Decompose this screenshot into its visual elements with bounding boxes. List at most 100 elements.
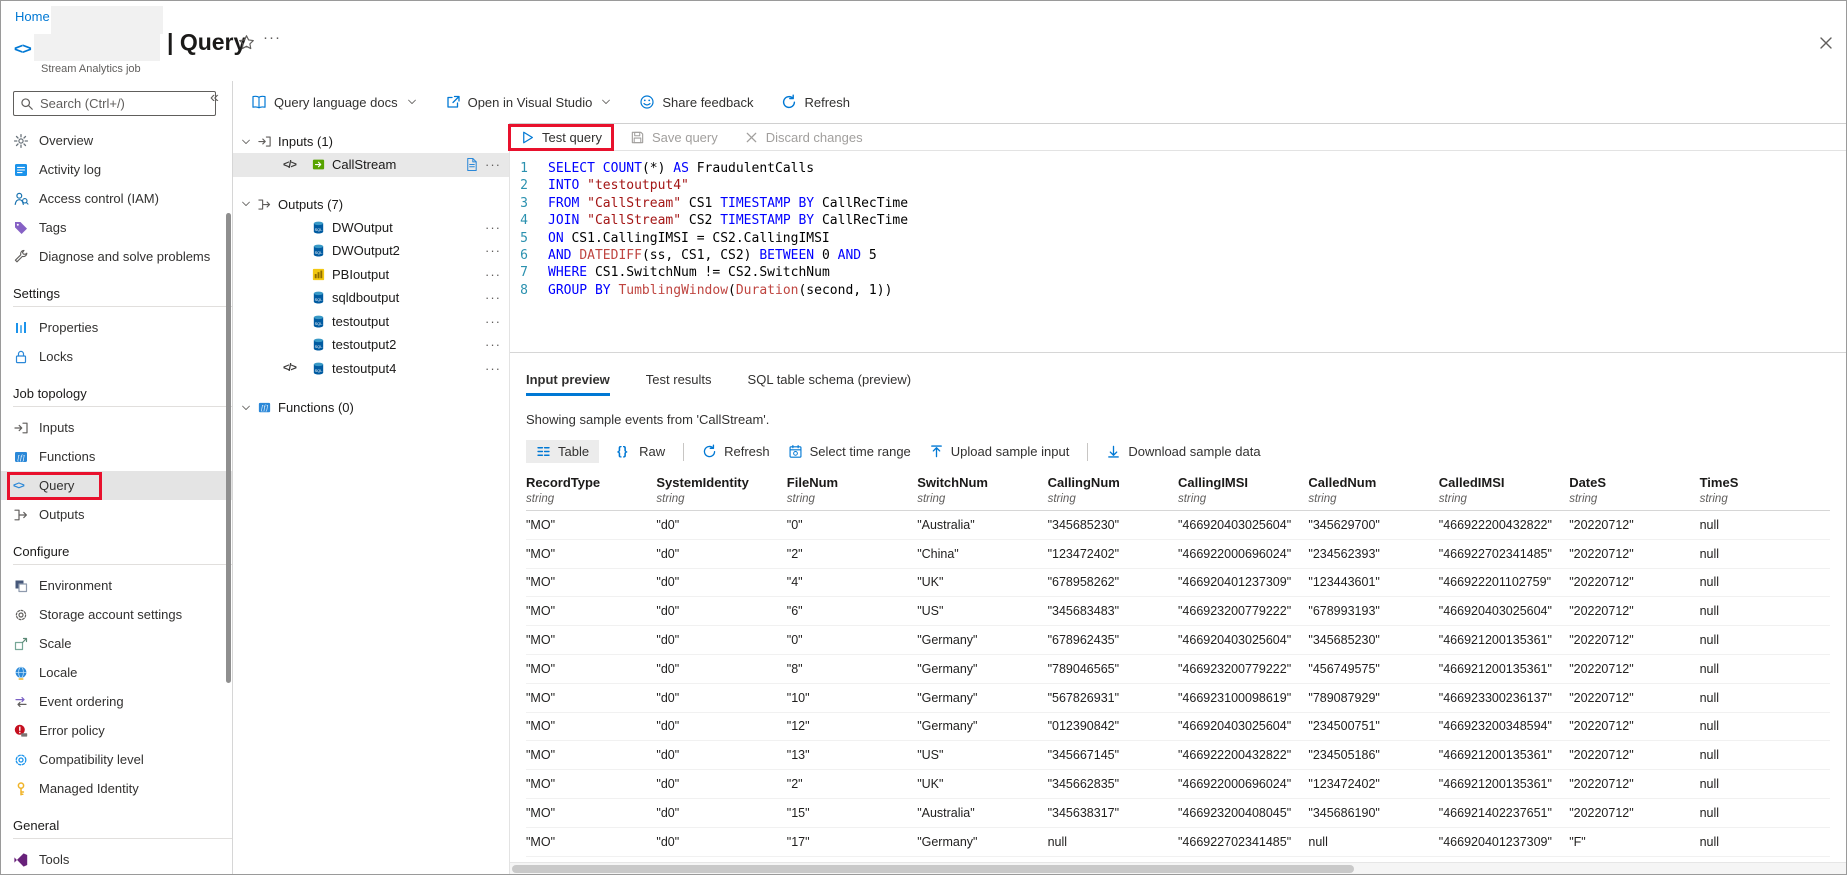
- code-token: 0: [814, 247, 837, 264]
- commandbar-query-language-docs[interactable]: Query language docs: [251, 94, 417, 110]
- sidebar-item-query[interactable]: <>Query: [1, 471, 232, 500]
- collapse-menu-icon[interactable]: «: [210, 89, 219, 107]
- column-header-recordtype: RecordTypestring: [526, 475, 656, 505]
- sidebar-item-properties[interactable]: Properties: [1, 313, 232, 342]
- table-cell: "567826931": [1048, 691, 1178, 705]
- item-menu-icon[interactable]: ···: [485, 337, 501, 352]
- tree-item-testoutput2[interactable]: SQLtestoutput2···: [233, 333, 509, 357]
- sidebar-item-tags[interactable]: Tags: [1, 213, 232, 242]
- query-editor-panel: Test query Save query Discard changes 1S…: [509, 123, 1846, 874]
- item-menu-icon[interactable]: ···: [485, 267, 501, 282]
- commandbar-refresh[interactable]: Refresh: [781, 94, 850, 110]
- sidebar-item-event-ordering[interactable]: Event ordering: [1, 687, 232, 716]
- sidebar-item-activity-log[interactable]: Activity log: [1, 155, 232, 184]
- column-name: TimeS: [1700, 475, 1830, 490]
- tree-item-testoutput[interactable]: SQLtestoutput···: [233, 310, 509, 334]
- sidebar-item-overview[interactable]: Overview: [1, 126, 232, 155]
- table-row: "MO""d0""13""US""345667145""466922200432…: [526, 741, 1830, 770]
- table-cell: "466920401237309": [1439, 835, 1569, 849]
- tree-header-inputs-1[interactable]: Inputs (1): [233, 130, 509, 153]
- table-cell: "466922000696024": [1178, 777, 1308, 791]
- tree-item-sqldboutput[interactable]: SQLsqldboutput···: [233, 286, 509, 310]
- resource-type-label: Stream Analytics job: [41, 63, 141, 75]
- item-menu-icon[interactable]: ···: [485, 314, 501, 329]
- sidebar-item-locale[interactable]: Locale: [1, 658, 232, 687]
- tree-item-testoutput4[interactable]: </>SQLtestoutput4···: [233, 357, 509, 381]
- commandbar-open-in-visual-studio[interactable]: Open in Visual Studio: [445, 94, 612, 110]
- sidebar-item-storage-account-settings[interactable]: Storage account settings: [1, 600, 232, 629]
- table-cell: "466922702341485": [1178, 835, 1308, 849]
- sidebar-item-environment[interactable]: Environment: [1, 571, 232, 600]
- tag-icon: [13, 220, 29, 236]
- sidebar-item-compatibility-level[interactable]: Compatibility level: [1, 745, 232, 774]
- tab-test-results[interactable]: Test results: [646, 372, 712, 396]
- tree-item-dwoutput[interactable]: SQLDWOutput···: [233, 216, 509, 240]
- item-menu-icon[interactable]: ···: [485, 361, 501, 376]
- preview-raw-button[interactable]: { }Raw: [617, 444, 665, 459]
- test-query-button[interactable]: Test query: [508, 124, 614, 151]
- code-token: CS1: [681, 195, 720, 212]
- table-icon: [536, 444, 551, 459]
- item-menu-icon[interactable]: ···: [485, 290, 501, 305]
- sidebar-item-label: Functions: [39, 449, 95, 464]
- item-menu-icon[interactable]: ···: [485, 243, 501, 258]
- book-icon: [251, 94, 267, 110]
- sidebar-item-outputs[interactable]: Outputs: [1, 500, 232, 529]
- tab-sql-table-schema-preview[interactable]: SQL table schema (preview): [748, 372, 912, 396]
- horizontal-scrollbar[interactable]: [510, 862, 1846, 874]
- code-token: AND: [838, 247, 861, 264]
- item-menu-icon[interactable]: ···: [485, 220, 501, 235]
- sidebar-item-diagnose-and-solve-problems[interactable]: Diagnose and solve problems: [1, 242, 232, 271]
- sidebar-item-functions[interactable]: [f]Functions: [1, 442, 232, 471]
- save-query-button[interactable]: Save query: [620, 124, 728, 151]
- sidebar-scrollbar[interactable]: [226, 213, 231, 683]
- tab-input-preview[interactable]: Input preview: [526, 372, 610, 396]
- preview-table-button[interactable]: Table: [526, 440, 599, 463]
- sidebar-item-locks[interactable]: Locks: [1, 342, 232, 371]
- commandbar-share-feedback[interactable]: Share feedback: [639, 94, 753, 110]
- tree-item-callstream[interactable]: </>CallStream···: [233, 153, 509, 177]
- preview-upload-sample-input-button[interactable]: Upload sample input: [929, 444, 1070, 459]
- editor-toolbar: Test query Save query Discard changes: [510, 124, 1846, 151]
- sidebar-item-error-policy[interactable]: Error policy: [1, 716, 232, 745]
- favorite-star-icon[interactable]: [238, 34, 255, 51]
- tree-item-pbioutput[interactable]: PBIoutput···: [233, 263, 509, 287]
- code-line: 1SELECT COUNT(*) AS FraudulentCalls: [510, 160, 1846, 177]
- sidebar-item-managed-identity[interactable]: Managed Identity: [1, 774, 232, 803]
- sql-code-editor[interactable]: 1SELECT COUNT(*) AS FraudulentCalls2INTO…: [510, 151, 1846, 353]
- sqldb-icon: SQL: [311, 314, 326, 329]
- close-blade-icon[interactable]: [1818, 35, 1834, 51]
- sqldb-icon: SQL: [311, 290, 326, 305]
- sidebar-item-tools[interactable]: Tools: [1, 845, 232, 874]
- code-token: TumblingWindow: [618, 282, 728, 299]
- item-menu-icon[interactable]: ···: [485, 157, 501, 172]
- tree-header-outputs-7[interactable]: Outputs (7): [233, 193, 509, 216]
- tree-item-dwoutput2[interactable]: SQLDWOutput2···: [233, 239, 509, 263]
- resource-menu-sidebar: OverviewActivity logAccess control (IAM)…: [1, 81, 233, 874]
- sidebar-item-inputs[interactable]: Inputs: [1, 413, 232, 442]
- table-cell: "466922200432822": [1439, 518, 1569, 532]
- table-cell: "123472402": [1048, 547, 1178, 561]
- table-cell: "20220712": [1569, 604, 1699, 618]
- discard-changes-button[interactable]: Discard changes: [734, 124, 873, 151]
- preview-refresh-button[interactable]: Refresh: [702, 444, 770, 459]
- preview-select-time-range-button[interactable]: Select time range: [788, 444, 911, 459]
- more-actions-icon[interactable]: ···: [263, 29, 281, 46]
- sidebar-item-access-control-iam[interactable]: Access control (IAM): [1, 184, 232, 213]
- column-type: string: [1178, 493, 1308, 505]
- tree-header-functions-0[interactable]: [f]Functions (0): [233, 396, 509, 419]
- search-input[interactable]: [40, 96, 209, 111]
- preview-download-sample-data-button[interactable]: Download sample data: [1106, 444, 1260, 459]
- sidebar-item-scale[interactable]: Scale: [1, 629, 232, 658]
- input-preview-table: RecordTypestringSystemIdentitystringFile…: [526, 475, 1830, 875]
- scrollbar-thumb[interactable]: [512, 865, 1354, 873]
- code-token: "CallStream": [587, 195, 681, 212]
- code-token: CallRecTime: [814, 212, 908, 229]
- sidebar-section-settings: Settings: [1, 283, 232, 306]
- table-cell: "466921200135361": [1439, 662, 1569, 676]
- code-token: (: [728, 282, 736, 299]
- breadcrumb-home-link[interactable]: Home: [15, 9, 50, 24]
- tree-header-label: Outputs (7): [278, 197, 343, 212]
- sidebar-item-inner: Locale: [13, 665, 77, 681]
- table-cell: "466922200432822": [1178, 748, 1308, 762]
